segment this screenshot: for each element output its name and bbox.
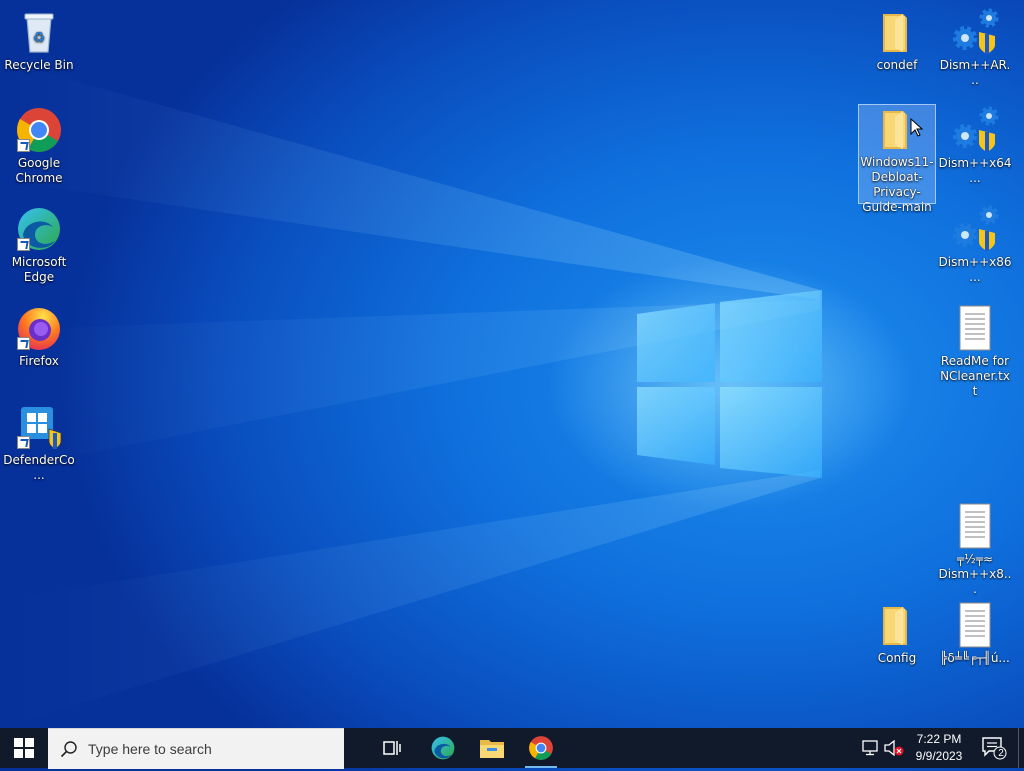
file-explorer-icon (480, 740, 504, 758)
edge-icon (431, 736, 455, 760)
desktop[interactable]: ♻ Recycle Bin Google Chrome Microsoft Ed… (0, 0, 1024, 728)
chrome-icon (15, 106, 63, 154)
taskbar-chrome-button[interactable] (516, 728, 566, 768)
folder-icon (873, 105, 924, 153)
desktop-icon-dism-x86[interactable]: Dism++x86... (937, 205, 1013, 285)
text-file-icon (951, 502, 999, 550)
windows-start-icon (14, 738, 34, 758)
dism-icon (951, 8, 999, 56)
mouse-cursor-icon (910, 118, 924, 137)
shortcut-arrow-icon (17, 436, 30, 449)
desktop-icon-dism-arm[interactable]: Dism++AR... (937, 8, 1013, 88)
desktop-icon-windows11-debloat[interactable]: Windows11-Debloat-Privacy-Guide-main (858, 104, 936, 214)
desktop-icon-google-chrome[interactable]: Google Chrome (1, 106, 77, 186)
desktop-icon-readme-ncleaner[interactable]: ReadMe for NCleaner.txt (937, 304, 1013, 399)
svg-text:♻: ♻ (33, 30, 46, 46)
show-desktop-button[interactable] (1018, 728, 1024, 768)
desktop-icon-config[interactable]: Config (859, 601, 935, 666)
action-center-button[interactable]: 2 (976, 728, 1012, 768)
clock-time: 7:22 PM (916, 732, 962, 746)
desktop-icon-defender-control[interactable]: DefenderCo... (1, 403, 77, 483)
edge-icon (15, 205, 63, 253)
clock-date: 9/9/2023 (915, 749, 963, 763)
desktop-icon-dism-readme[interactable]: ╤½╤≈ Dism++x8... (937, 502, 1013, 597)
desktop-icon-firefox[interactable]: Firefox (1, 304, 77, 369)
desktop-icon-dism-x64[interactable]: Dism++x64... (937, 106, 1013, 186)
search-box[interactable]: Type here to search (48, 728, 344, 769)
shortcut-arrow-icon (17, 139, 30, 152)
volume-tray-button[interactable] (882, 728, 906, 768)
task-view-button[interactable] (368, 728, 416, 768)
folder-icon (873, 8, 921, 56)
taskbar: Type here to search 7:22 PM 9/9/2023 2 (0, 728, 1024, 771)
start-button[interactable] (0, 728, 48, 768)
network-icon (862, 740, 878, 756)
system-clock[interactable]: 7:22 PM 9/9/2023 (906, 728, 972, 771)
dism-icon (951, 205, 999, 253)
network-tray-button[interactable] (858, 728, 882, 768)
defender-control-icon (15, 403, 63, 451)
recycle-bin-icon: ♻ (15, 8, 63, 56)
taskbar-edge-button[interactable] (418, 728, 468, 768)
search-icon (60, 741, 77, 758)
dism-icon (951, 106, 999, 154)
shortcut-arrow-icon (17, 337, 30, 350)
desktop-icon-microsoft-edge[interactable]: Microsoft Edge (1, 205, 77, 285)
folder-icon (873, 601, 921, 649)
text-file-icon (951, 304, 999, 352)
firefox-icon (15, 304, 63, 352)
desktop-icon-condef[interactable]: condef (859, 8, 935, 73)
search-placeholder: Type here to search (88, 741, 212, 757)
chrome-icon (529, 736, 553, 760)
shortcut-arrow-icon (17, 238, 30, 251)
desktop-icon-garbled-text-file[interactable]: ╠δ╧╚╒┬╢ú... (937, 601, 1013, 666)
text-file-icon (951, 601, 999, 649)
desktop-icon-recycle-bin[interactable]: ♻ Recycle Bin (1, 8, 77, 73)
task-view-icon (383, 741, 401, 755)
taskbar-file-explorer-button[interactable] (467, 728, 517, 768)
volume-muted-icon (884, 740, 904, 756)
notification-count-badge: 2 (998, 748, 1004, 759)
